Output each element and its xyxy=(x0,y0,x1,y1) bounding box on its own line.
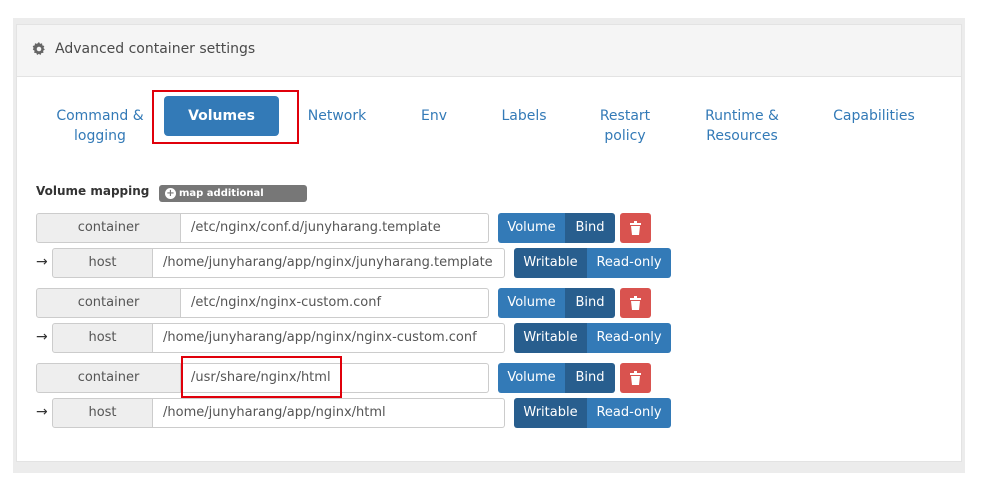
tab-restart-policy[interactable]: Restart policy xyxy=(592,106,658,146)
bind-type-button[interactable]: Bind xyxy=(565,288,615,318)
read-only-button[interactable]: Read-only xyxy=(587,248,671,278)
container-label: container xyxy=(36,288,181,318)
tab-command-logging[interactable]: Command & logging xyxy=(52,106,148,146)
container-path-input[interactable]: /etc/nginx/conf.d/junyharang.template xyxy=(181,213,489,243)
host-path-input[interactable]: /home/junyharang/app/nginx/nginx-custom.… xyxy=(153,323,505,353)
tab-runtime-resources[interactable]: Runtime & Resources xyxy=(700,106,784,146)
arrow-right-icon: → xyxy=(36,254,48,270)
host-path-input[interactable]: /home/junyharang/app/nginx/junyharang.te… xyxy=(153,248,505,278)
read-only-button[interactable]: Read-only xyxy=(587,323,671,353)
tab-env[interactable]: Env xyxy=(410,106,458,126)
gear-icon xyxy=(32,42,45,55)
remove-volume-button[interactable] xyxy=(620,213,651,243)
volume-type-button[interactable]: Volume xyxy=(498,363,565,393)
plus-circle-icon: + xyxy=(165,188,176,199)
container-label: container xyxy=(36,213,181,243)
tab-volumes[interactable]: Volumes xyxy=(164,96,279,136)
arrow-right-icon: → xyxy=(36,329,48,345)
panel-header: Advanced container settings xyxy=(17,25,961,77)
advanced-settings-panel: Advanced container settings xyxy=(16,24,962,462)
host-path-input[interactable]: /home/junyharang/app/nginx/html xyxy=(153,398,505,428)
writable-button[interactable]: Writable xyxy=(514,248,587,278)
container-path-input[interactable]: /usr/share/nginx/html xyxy=(181,363,489,393)
trash-icon xyxy=(630,371,641,385)
tab-capabilities[interactable]: Capabilities xyxy=(826,106,922,126)
panel-title: Advanced container settings xyxy=(55,41,256,57)
map-additional-volume-button[interactable]: + map additional volume xyxy=(159,185,307,216)
container-path-input[interactable]: /etc/nginx/nginx-custom.conf xyxy=(181,288,489,318)
tab-network[interactable]: Network xyxy=(300,106,374,126)
tab-labels[interactable]: Labels xyxy=(493,106,555,126)
writable-button[interactable]: Writable xyxy=(514,398,587,428)
bind-type-button[interactable]: Bind xyxy=(565,363,615,393)
remove-volume-button[interactable] xyxy=(620,288,651,318)
host-label: host xyxy=(52,248,153,278)
remove-volume-button[interactable] xyxy=(620,363,651,393)
volume-mapping-label: Volume mapping xyxy=(36,184,150,198)
container-label: container xyxy=(36,363,181,393)
host-label: host xyxy=(52,398,153,428)
trash-icon xyxy=(630,221,641,235)
volume-type-button[interactable]: Volume xyxy=(498,213,565,243)
volume-type-button[interactable]: Volume xyxy=(498,288,565,318)
writable-button[interactable]: Writable xyxy=(514,323,587,353)
arrow-right-icon: → xyxy=(36,404,48,420)
host-label: host xyxy=(52,323,153,353)
trash-icon xyxy=(630,296,641,310)
read-only-button[interactable]: Read-only xyxy=(587,398,671,428)
bind-type-button[interactable]: Bind xyxy=(565,213,615,243)
